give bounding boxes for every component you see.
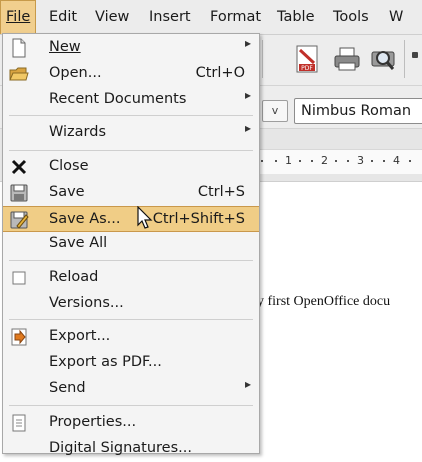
ruler-tick: [383, 160, 385, 162]
menu-item-label: Export as PDF...: [49, 354, 162, 370]
menu-item-digital-signatures[interactable]: Digital Signatures...: [3, 436, 259, 462]
ruler-label: 3: [357, 154, 364, 167]
menu-item-save-all[interactable]: Save All: [3, 231, 259, 257]
ruler-tick: [335, 160, 337, 162]
menu-window-label: W: [389, 9, 404, 25]
menu-separator: [9, 150, 253, 151]
submenu-arrow-icon: ▸: [244, 121, 251, 135]
ruler-tick: [261, 160, 263, 162]
dropdown-arrow-text: v: [271, 104, 279, 117]
menu-tools[interactable]: Tools: [328, 0, 374, 34]
menu-item-label: Reload: [49, 269, 99, 285]
menu-item-label: Close: [49, 158, 89, 174]
page-preview-toolbar-button[interactable]: [366, 40, 400, 78]
menu-item-shortcut: Ctrl+Shift+S: [152, 211, 245, 227]
menu-item-label: Send: [49, 380, 86, 396]
submenu-arrow-icon: ▸: [244, 377, 251, 391]
menu-bar: File Edit View Insert Format Table Tools…: [0, 0, 422, 35]
ruler-tick: [409, 160, 411, 162]
menu-window[interactable]: W: [384, 0, 408, 34]
save-icon: [10, 184, 28, 202]
menu-item-export-pdf[interactable]: Export as PDF...: [3, 350, 259, 376]
menu-item-label: New: [49, 39, 81, 55]
toolbar-separator: [262, 40, 263, 78]
menu-item-save-as[interactable]: Save As... Ctrl+Shift+S: [3, 206, 259, 232]
toolbar-overflow-icon[interactable]: [412, 52, 418, 58]
menu-item-shortcut: Ctrl+S: [197, 184, 245, 200]
submenu-arrow-icon: ▸: [244, 88, 251, 102]
menu-item-label: Wizards: [49, 124, 107, 140]
menu-item-label: Save All: [49, 235, 108, 251]
menu-format[interactable]: Format: [205, 0, 266, 34]
menu-item-label: Digital Signatures...: [49, 440, 192, 456]
menu-item-wizards[interactable]: Wizards ▸: [3, 120, 259, 146]
document-text: y first OpenOffice docu: [257, 294, 391, 309]
submenu-arrow-icon: ▸: [244, 36, 251, 50]
menu-view-label: View: [95, 9, 130, 25]
menu-item-export[interactable]: Export...: [3, 324, 259, 350]
menu-table[interactable]: Table: [272, 0, 320, 34]
menu-format-label: Format: [210, 9, 262, 25]
menu-view[interactable]: View: [90, 0, 134, 34]
properties-icon: [12, 414, 26, 432]
menu-separator: [9, 115, 253, 116]
reload-icon: [12, 271, 26, 285]
menu-item-versions[interactable]: Versions...: [3, 291, 259, 317]
menu-item-properties[interactable]: Properties...: [3, 410, 259, 436]
ruler-tick: [371, 160, 373, 162]
menu-item-label: Properties...: [49, 414, 137, 430]
ruler-tick: [311, 160, 313, 162]
file-menu: New ▸ Open... Ctrl+O Recent Documents ▸ …: [2, 33, 260, 456]
menu-item-label: Open...: [49, 65, 102, 81]
printer-icon: [334, 47, 360, 71]
ruler-label: 4: [393, 154, 400, 167]
menu-item-reload[interactable]: Reload: [3, 265, 259, 291]
export-pdf-toolbar-button[interactable]: PDF: [290, 40, 324, 78]
document-page[interactable]: [255, 182, 422, 452]
pdf-icon: PDF: [296, 45, 318, 73]
menu-item-close[interactable]: Close: [3, 154, 259, 180]
menu-insert[interactable]: Insert: [144, 0, 196, 34]
menu-item-label: Recent Documents: [49, 91, 187, 107]
menu-edit[interactable]: Edit: [44, 0, 82, 34]
menu-item-label: Save As...: [49, 211, 121, 227]
ruler-label: 2: [321, 154, 328, 167]
ruler-label: 1: [285, 154, 292, 167]
menu-item-recent-documents[interactable]: Recent Documents ▸: [3, 87, 259, 113]
page-preview-icon: [371, 51, 395, 70]
menu-separator: [9, 260, 253, 261]
menu-insert-label: Insert: [149, 9, 191, 25]
menu-item-save[interactable]: Save Ctrl+S: [3, 180, 259, 206]
menu-file[interactable]: File: [0, 0, 37, 34]
menu-table-label: Table: [277, 9, 315, 25]
menu-edit-label: Edit: [49, 9, 78, 25]
export-icon: [11, 328, 27, 346]
menu-item-shortcut: Ctrl+O: [195, 65, 245, 81]
save-as-icon: [10, 211, 29, 229]
menu-item-open[interactable]: Open... Ctrl+O: [3, 61, 259, 87]
chevron-down-icon[interactable]: v: [262, 100, 288, 122]
font-name-input[interactable]: Nimbus Roman: [294, 98, 422, 124]
svg-text:PDF: PDF: [301, 65, 313, 72]
menu-item-send[interactable]: Send ▸: [3, 376, 259, 402]
ruler-tick: [275, 160, 277, 162]
ruler-tick: [347, 160, 349, 162]
print-toolbar-button[interactable]: [330, 40, 364, 78]
close-icon: [11, 159, 27, 175]
menu-item-label: Versions...: [49, 295, 124, 311]
menu-separator: [9, 319, 253, 320]
ruler-tick: [299, 160, 301, 162]
menu-item-new[interactable]: New ▸: [3, 35, 259, 61]
open-folder-icon: [9, 67, 29, 81]
font-name-value: Nimbus Roman: [301, 103, 412, 119]
menu-item-label: Export...: [49, 328, 111, 344]
horizontal-ruler[interactable]: 1 2 3 4: [255, 149, 422, 174]
menu-tools-label: Tools: [333, 9, 369, 25]
menu-separator: [9, 405, 253, 406]
new-document-icon: [12, 38, 26, 58]
mouse-pointer-icon: [137, 206, 153, 229]
menu-item-label: Save: [49, 184, 85, 200]
menu-file-label: File: [6, 9, 31, 25]
toolbar-separator: [404, 40, 405, 78]
